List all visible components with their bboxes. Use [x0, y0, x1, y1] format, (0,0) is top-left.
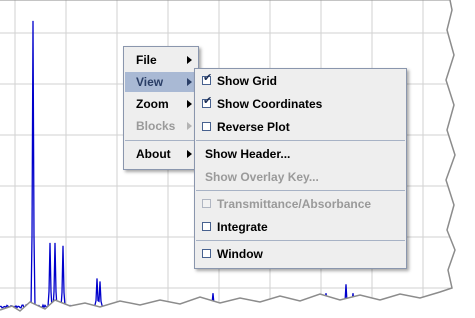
menu-separator [196, 240, 405, 241]
menu-item-view-label: View [136, 75, 164, 89]
menu-item-transmittance-absorbance-label: Transmittance/Absorbance [217, 197, 372, 211]
menu-item-show-overlay-key-label: Show Overlay Key... [205, 170, 319, 184]
menu-item-view[interactable]: View [125, 72, 197, 92]
menu-item-zoom[interactable]: Zoom [125, 94, 197, 114]
submenu-arrow-icon [187, 56, 192, 64]
menu-item-show-header-label: Show Header... [205, 147, 291, 161]
menu-separator [196, 140, 405, 141]
submenu-arrow-icon [187, 100, 192, 108]
menu-item-blocks[interactable]: Blocks [125, 116, 197, 136]
menu-item-window[interactable]: Window [196, 244, 405, 264]
checkbox-disabled-icon [202, 199, 211, 208]
context-menu: File View Zoom Blocks About [123, 46, 199, 170]
menu-item-integrate-label: Integrate [217, 220, 268, 234]
menu-item-show-header[interactable]: Show Header... [196, 144, 405, 164]
spectrum-viewer: File View Zoom Blocks About ✔ Show Grid … [0, 0, 475, 318]
menu-item-file[interactable]: File [125, 50, 197, 70]
checkbox-unchecked-icon [202, 249, 211, 258]
menu-separator [196, 190, 405, 191]
menu-item-reverse-plot[interactable]: Reverse Plot [196, 117, 405, 137]
menu-item-show-overlay-key[interactable]: Show Overlay Key... [196, 167, 405, 187]
menu-item-blocks-label: Blocks [136, 119, 176, 133]
view-submenu: ✔ Show Grid ✔ Show Coordinates Reverse P… [194, 68, 407, 269]
menu-item-about-label: About [136, 147, 171, 161]
menu-item-show-grid-label: Show Grid [217, 74, 277, 88]
menu-item-zoom-label: Zoom [136, 97, 169, 111]
menu-item-window-label: Window [217, 247, 263, 261]
checkbox-unchecked-icon [202, 122, 211, 131]
checkbox-checked-icon: ✔ [202, 95, 213, 108]
submenu-arrow-icon [187, 122, 192, 130]
menu-item-integrate[interactable]: Integrate [196, 217, 405, 237]
menu-separator [125, 140, 197, 141]
menu-item-about[interactable]: About [125, 144, 197, 164]
submenu-arrow-icon [187, 78, 192, 86]
menu-item-show-coordinates[interactable]: ✔ Show Coordinates [196, 94, 405, 114]
menu-item-show-coordinates-label: Show Coordinates [217, 97, 323, 111]
menu-item-file-label: File [136, 53, 157, 67]
checkbox-unchecked-icon [202, 222, 211, 231]
menu-item-show-grid[interactable]: ✔ Show Grid [196, 71, 405, 91]
menu-item-reverse-plot-label: Reverse Plot [217, 120, 290, 134]
checkbox-checked-icon: ✔ [202, 72, 213, 85]
menu-item-transmittance-absorbance[interactable]: Transmittance/Absorbance [196, 194, 405, 214]
submenu-arrow-icon [187, 150, 192, 158]
